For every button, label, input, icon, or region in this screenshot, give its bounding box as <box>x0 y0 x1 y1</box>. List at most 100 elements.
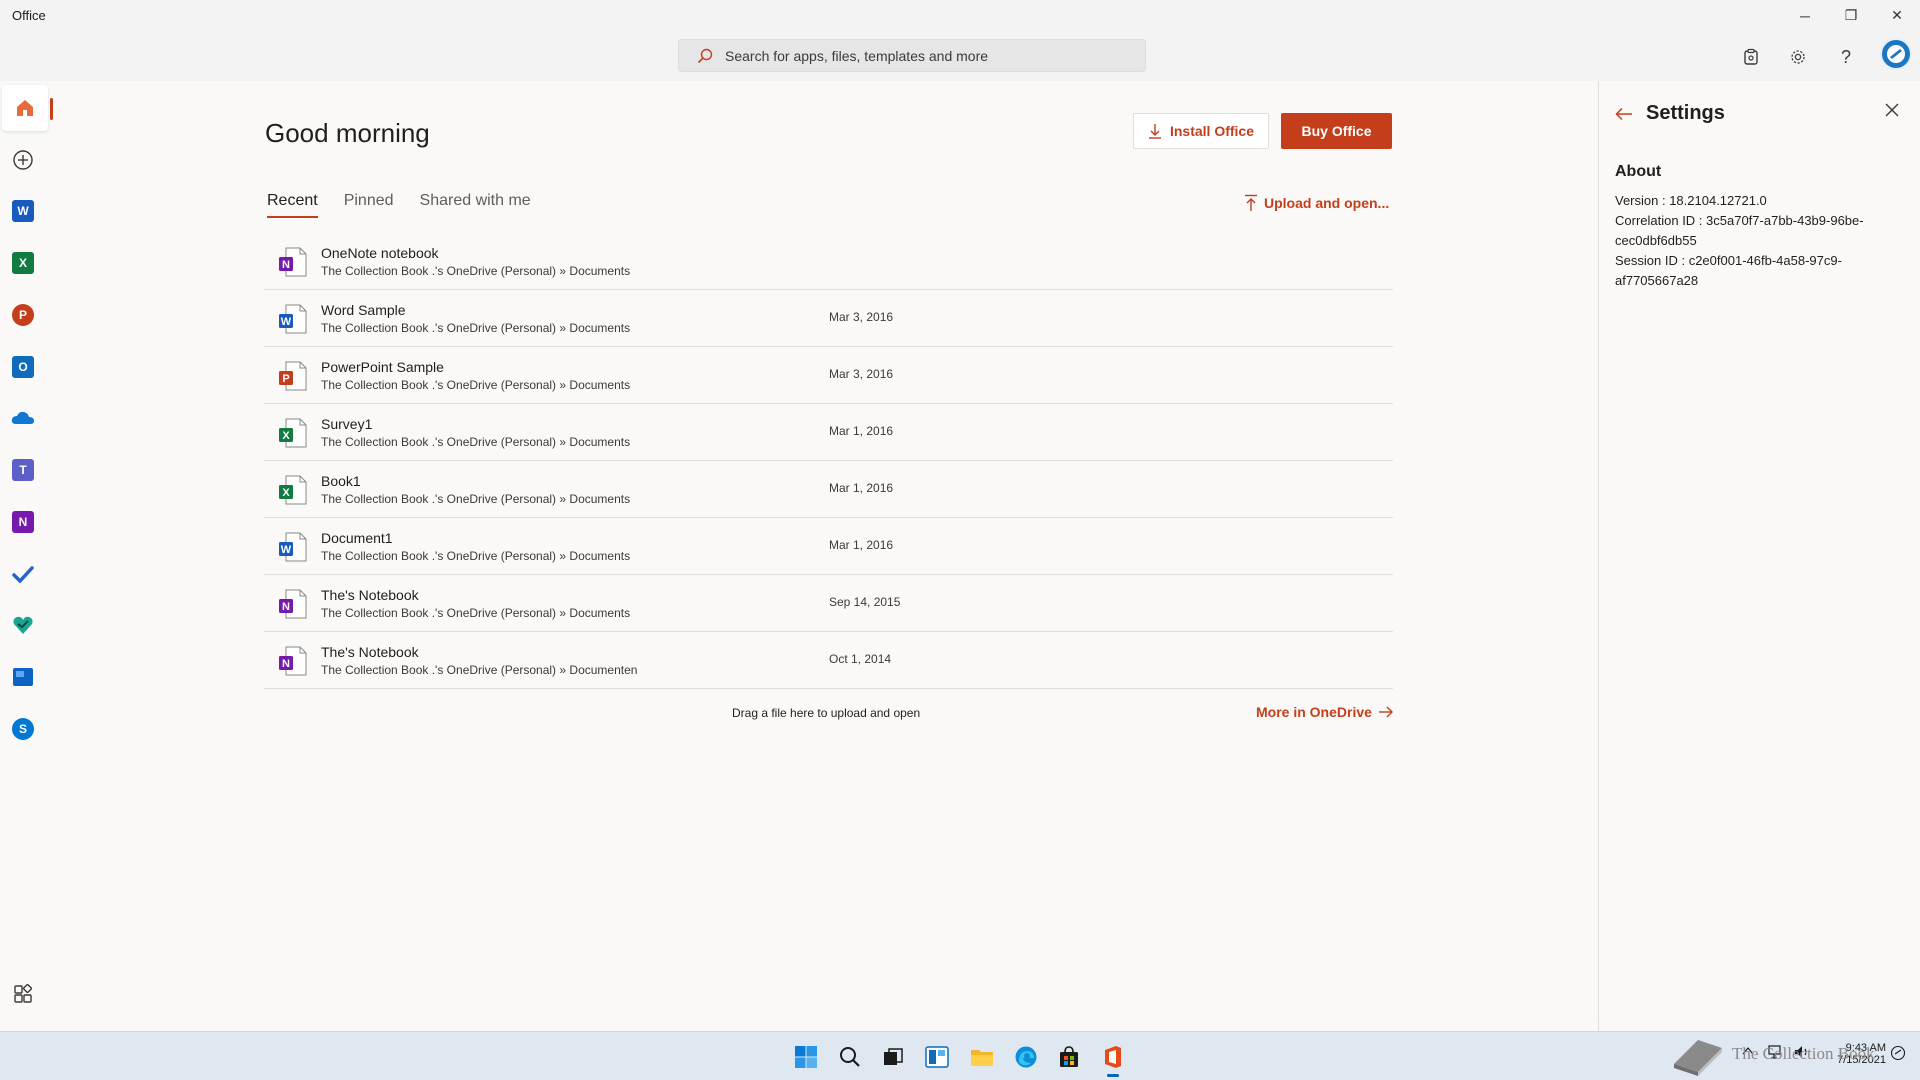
rail-powerpoint[interactable]: P <box>6 298 40 332</box>
account-avatar[interactable] <box>1880 38 1912 70</box>
file-name: Word Sample <box>321 302 406 318</box>
top-bar: Search for apps, files, templates and mo… <box>0 31 1920 81</box>
file-date: Mar 3, 2016 <box>829 310 894 324</box>
about-heading: About <box>1615 163 1662 180</box>
onenote-icon: N <box>12 511 34 533</box>
session-id-text: Session ID : c2e0f001-46fb-4a58-97c9-af7… <box>1615 253 1842 288</box>
back-button[interactable] <box>1615 105 1633 126</box>
file-row[interactable]: X Book1 The Collection Book .'s OneDrive… <box>264 461 1393 518</box>
gear-icon <box>1791 50 1805 64</box>
search-icon <box>695 46 715 66</box>
tab-shared-with-me[interactable]: Shared with me <box>420 192 531 218</box>
edge-button[interactable] <box>1010 1041 1042 1073</box>
rail-create[interactable] <box>6 143 40 177</box>
book-watermark-icon <box>1668 1034 1728 1078</box>
minimize-button[interactable]: ─ <box>1782 0 1828 31</box>
rail-teams[interactable]: T <box>6 453 40 487</box>
office-taskbar-button[interactable] <box>1097 1041 1129 1077</box>
file-path: The Collection Book .'s OneDrive (Person… <box>321 549 631 563</box>
minimize-icon: ─ <box>1800 7 1810 24</box>
tab-recent[interactable]: Recent <box>267 192 318 218</box>
rail-onedrive[interactable] <box>6 401 40 435</box>
file-row[interactable]: W Document1 The Collection Book .'s OneD… <box>264 518 1393 575</box>
svg-text:P: P <box>282 373 289 385</box>
tab-pinned[interactable]: Pinned <box>344 192 394 218</box>
window-title: Office <box>12 8 46 23</box>
buy-office-label: Buy Office <box>1301 123 1372 139</box>
rail-home[interactable] <box>2 85 48 131</box>
file-explorer-button[interactable] <box>966 1041 998 1073</box>
rail-onenote[interactable]: N <box>6 505 40 539</box>
home-icon <box>17 100 33 116</box>
rail-skype[interactable]: S <box>6 712 40 746</box>
more-in-onedrive-link[interactable]: More in OneDrive <box>1256 704 1394 720</box>
close-icon <box>1885 103 1899 117</box>
svg-text:W: W <box>281 544 292 556</box>
file-date: Oct 1, 2014 <box>829 652 892 666</box>
file-name: Survey1 <box>321 416 373 432</box>
restore-icon: ❐ <box>1844 7 1858 23</box>
left-app-rail: W X P O T N S <box>0 81 48 1031</box>
feedback-button[interactable] <box>1735 41 1767 73</box>
upload-and-open-label: Upload and open... <box>1264 195 1390 211</box>
file-row[interactable]: N OneNote notebook The Collection Book .… <box>264 233 1393 290</box>
file-row[interactable]: X Survey1 The Collection Book .'s OneDri… <box>264 404 1393 461</box>
widgets-button[interactable] <box>921 1041 953 1073</box>
version-text: Version : 18.2104.12721.0 <box>1615 193 1767 208</box>
rail-whiteboard[interactable] <box>6 660 40 694</box>
close-icon: ✕ <box>1891 7 1903 23</box>
file-row[interactable]: N The's Notebook The Collection Book .'s… <box>264 632 1393 689</box>
buy-office-button[interactable]: Buy Office <box>1281 113 1392 149</box>
greeting-heading: Good morning <box>265 118 430 148</box>
file-row[interactable]: W Word Sample The Collection Book .'s On… <box>264 290 1393 347</box>
file-name: OneNote notebook <box>321 245 439 261</box>
settings-button[interactable] <box>1782 41 1814 73</box>
rail-outlook[interactable]: O <box>6 350 40 384</box>
outlook-icon: O <box>12 356 34 378</box>
rail-all-apps[interactable] <box>6 977 40 1011</box>
install-office-button[interactable]: Install Office <box>1133 113 1269 149</box>
start-button[interactable] <box>790 1041 822 1073</box>
file-date: Sep 14, 2015 <box>829 595 901 609</box>
all-apps-icon <box>14 984 33 1003</box>
restore-button[interactable]: ❐ <box>1828 0 1874 31</box>
svg-text:N: N <box>282 658 290 670</box>
file-path: The Collection Book .'s OneDrive (Person… <box>321 264 631 278</box>
file-name: Book1 <box>321 473 361 489</box>
upload-and-open-button[interactable]: Upload and open... <box>1244 194 1389 212</box>
search-icon <box>840 1047 860 1067</box>
file-date: Mar 1, 2016 <box>829 424 894 438</box>
svg-text:N: N <box>282 259 290 271</box>
office-icon <box>1105 1046 1121 1068</box>
svg-text:W: W <box>281 316 292 328</box>
search-box[interactable]: Search for apps, files, templates and mo… <box>678 39 1146 72</box>
file-date: Mar 3, 2016 <box>829 367 894 381</box>
task-view-button[interactable] <box>877 1041 909 1073</box>
todo-icon <box>12 566 34 583</box>
powerpoint-file-icon: P <box>278 360 308 392</box>
file-row[interactable]: P PowerPoint Sample The Collection Book … <box>264 347 1393 404</box>
excel-file-icon: X <box>278 474 308 506</box>
word-file-icon: W <box>278 531 308 563</box>
file-row[interactable]: N The's Notebook The Collection Book .'s… <box>264 575 1393 632</box>
drag-drop-hint: Drag a file here to upload and open <box>732 706 921 720</box>
svg-text:X: X <box>282 430 290 442</box>
notification-icon[interactable] <box>1890 1045 1906 1064</box>
rail-family-safety[interactable] <box>6 608 40 642</box>
store-button[interactable] <box>1053 1041 1085 1073</box>
correlation-id-text: Correlation ID : 3c5a70f7-a7bb-43b9-96be… <box>1615 213 1864 248</box>
close-settings-button[interactable] <box>1885 101 1899 122</box>
close-window-button[interactable]: ✕ <box>1874 0 1920 31</box>
help-button[interactable]: ? <box>1830 41 1862 73</box>
onedrive-icon <box>11 411 34 424</box>
account-icon <box>1887 45 1905 63</box>
rail-word[interactable]: W <box>6 194 40 228</box>
rail-excel[interactable]: X <box>6 246 40 280</box>
rail-active-indicator <box>50 98 53 120</box>
taskbar-search-button[interactable] <box>834 1041 866 1073</box>
onenote-file-icon: N <box>278 246 308 278</box>
rail-todo[interactable] <box>6 557 40 591</box>
feedback-icon <box>1744 48 1758 65</box>
excel-file-icon: X <box>278 417 308 449</box>
family-safety-icon <box>13 616 33 634</box>
